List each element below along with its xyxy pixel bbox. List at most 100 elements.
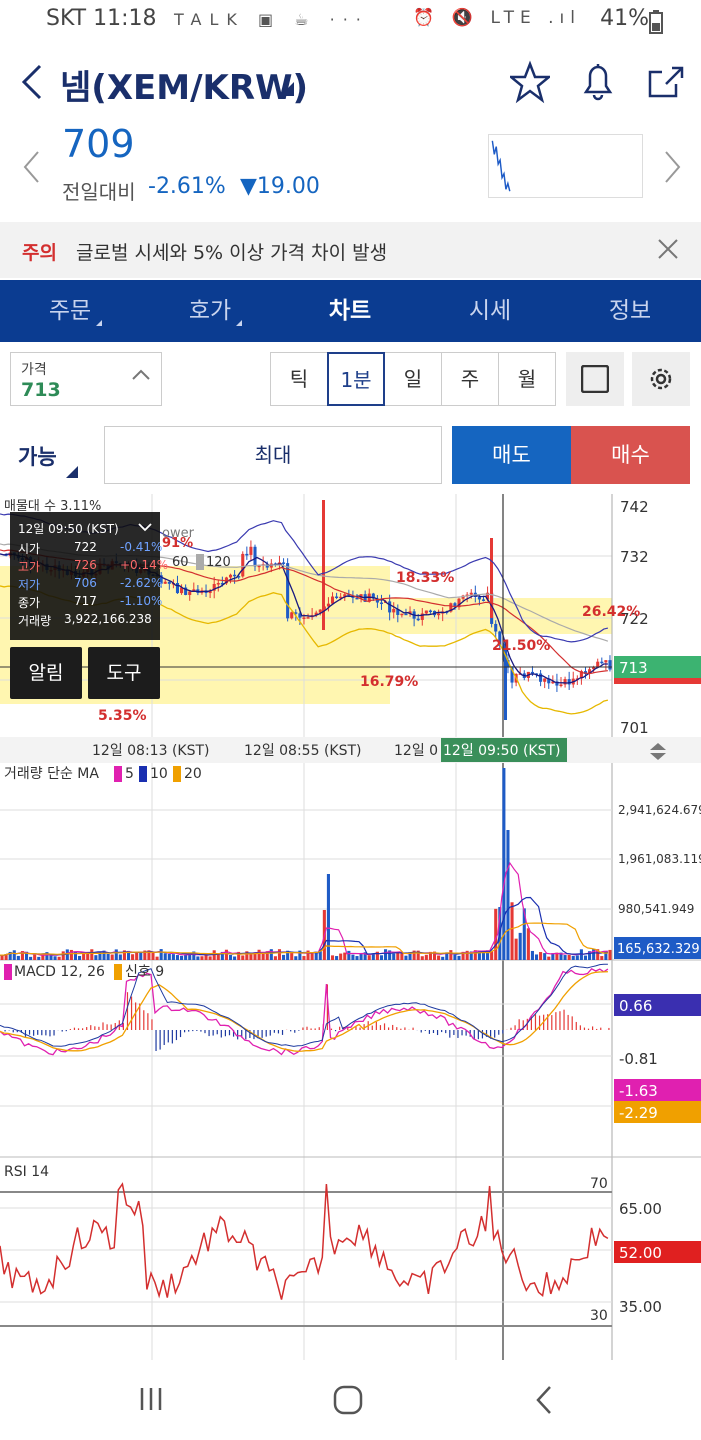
volume-bar — [131, 954, 135, 960]
tab-orderbook[interactable]: 호가 — [140, 280, 280, 342]
candle-body — [388, 601, 392, 613]
price-selector[interactable]: 가격 713 — [10, 352, 162, 406]
chevron-down-icon[interactable] — [138, 522, 152, 532]
volume-ma-swatch — [114, 766, 122, 782]
macd-tag-text: 0.66 — [619, 997, 652, 1015]
volume-bar — [347, 950, 351, 960]
time-label: 12일 08:55 (KST) — [244, 743, 361, 759]
volume-bar — [106, 953, 110, 960]
available-label[interactable]: 가능 — [18, 441, 57, 471]
volume-bar — [282, 954, 286, 960]
volume-bar — [61, 951, 65, 960]
sell-button[interactable]: 매도 — [452, 426, 571, 484]
candle-body — [335, 596, 339, 599]
candle-body — [596, 661, 600, 667]
tab-market[interactable]: 시세 — [420, 280, 560, 342]
candle-body — [481, 599, 486, 601]
candle-body — [469, 592, 473, 595]
tooltip-key: 저가 — [18, 578, 41, 592]
tab-order[interactable]: 주문 — [0, 280, 140, 342]
legend-ma: 60 — [172, 555, 189, 570]
macd-title: MACD 12, 26 — [14, 964, 105, 980]
volume-bar — [453, 954, 457, 960]
macd-grid — [0, 1003, 612, 1107]
volume-bar — [73, 951, 78, 960]
volume-bar — [547, 956, 551, 960]
change-amount: ▼19.00 — [240, 174, 320, 199]
fullscreen-button[interactable] — [566, 352, 624, 406]
volume-bar — [29, 956, 33, 960]
volume-bar — [384, 949, 388, 960]
max-button[interactable]: 최대 — [104, 426, 442, 484]
volume-bar — [543, 953, 547, 960]
buy-button[interactable]: 매수 — [571, 426, 690, 484]
volume-bar — [400, 953, 404, 960]
current-price-tag-text: 713 — [619, 659, 648, 677]
volume-bar — [600, 956, 604, 960]
volume-bar — [33, 954, 37, 960]
candle-body — [604, 660, 608, 663]
price-tick: 701 — [620, 719, 649, 737]
volume-ma-swatch — [173, 766, 181, 782]
price-tick: 732 — [620, 548, 649, 566]
alarm-button[interactable]: 알림 — [10, 647, 82, 699]
volume-bar — [343, 952, 347, 960]
candle-body — [424, 610, 428, 614]
volume-bar — [4, 955, 8, 960]
tab-label: 정보 — [608, 298, 652, 324]
warning-tag: 주의 — [22, 242, 57, 264]
annotation: 18.33% — [396, 570, 454, 586]
favorite-star-icon[interactable] — [510, 60, 550, 104]
volume-current-text: 165,632.329 — [617, 942, 700, 957]
volume-bar — [135, 952, 139, 960]
title-dropdown-icon[interactable] — [280, 82, 294, 96]
volume-bar — [306, 950, 310, 960]
period-day[interactable]: 일 — [384, 352, 442, 406]
volume-bar — [534, 954, 539, 960]
volume-bar — [481, 952, 486, 960]
cursor-time-text: 12일 09:50 (KST) — [443, 743, 560, 759]
share-icon[interactable] — [646, 60, 686, 104]
tooltip-value: 726 — [74, 558, 97, 572]
back-icon[interactable] — [18, 60, 48, 104]
recent-apps-icon[interactable] — [136, 1384, 166, 1414]
settings-button[interactable] — [632, 352, 690, 406]
macd-tick: -0.81 — [619, 1050, 658, 1068]
volume-bar — [392, 953, 396, 960]
volume-bar — [567, 954, 571, 960]
candle-body — [494, 623, 498, 632]
page-title[interactable]: 넴(XEM/KRW) — [60, 60, 308, 109]
volume-bar — [294, 956, 298, 960]
tools-button[interactable]: 도구 — [88, 647, 160, 699]
available-dropdown-icon[interactable] — [66, 466, 78, 478]
volume-bar — [41, 955, 45, 960]
volume-bar — [518, 932, 522, 960]
volume-bar — [608, 949, 612, 960]
candle-body — [282, 562, 286, 564]
period-1min[interactable]: 1분 — [327, 352, 385, 406]
mini-sparkline[interactable] — [488, 134, 643, 198]
system-nav-bar — [0, 1360, 701, 1440]
bell-icon[interactable] — [578, 60, 618, 104]
period-month[interactable]: 월 — [498, 352, 556, 406]
battery-level: 41% — [600, 6, 649, 31]
volume-ma5: 5 — [125, 766, 134, 782]
home-icon[interactable] — [332, 1384, 364, 1416]
candle-body — [477, 597, 481, 600]
next-coin-icon[interactable] — [662, 150, 682, 184]
prev-coin-icon[interactable] — [22, 150, 42, 184]
volume-bar — [539, 952, 543, 960]
tab-info[interactable]: 정보 — [560, 280, 700, 342]
close-icon[interactable] — [655, 236, 681, 262]
volume-ma20: 20 — [184, 766, 202, 782]
period-tick[interactable]: 틱 — [270, 352, 328, 406]
candle-body — [330, 596, 335, 604]
candle-body — [257, 565, 261, 568]
battery-icon — [649, 10, 663, 34]
tab-chart[interactable]: 차트 — [280, 280, 420, 342]
square-icon — [581, 365, 609, 393]
volume-bar — [457, 955, 461, 960]
back-nav-icon[interactable] — [532, 1384, 556, 1416]
volume-tick: 980,541.949 — [618, 902, 694, 916]
period-week[interactable]: 주 — [441, 352, 499, 406]
